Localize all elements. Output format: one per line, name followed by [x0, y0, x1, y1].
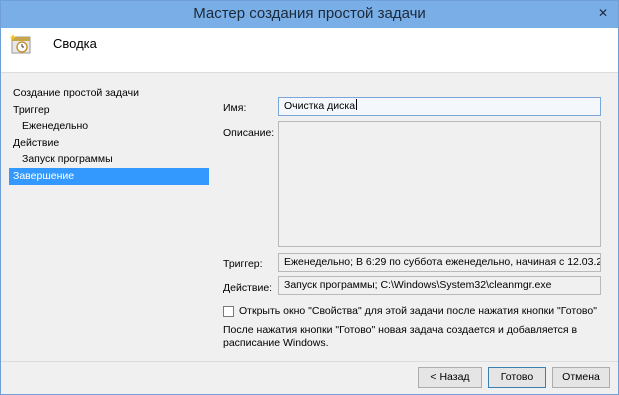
open-properties-label[interactable]: Открыть окно "Свойства" для этой задачи …: [239, 305, 597, 317]
trigger-field: Еженедельно; В 6:29 по суббота еженедель…: [278, 253, 601, 272]
cancel-button[interactable]: Отмена: [552, 367, 610, 388]
wizard-steps: Создание простой задачи Триггер Еженедельн…: [9, 85, 209, 185]
description-label: Описание:: [223, 127, 275, 139]
finish-note: После нажатия кнопки "Готово" новая зада…: [223, 324, 578, 349]
button-bar: < Назад Готово Отмена: [1, 361, 618, 394]
wizard-step-item: Еженедельно: [22, 120, 89, 133]
wizard-step-item: Завершение: [9, 167, 209, 185]
text-cursor: [356, 99, 358, 110]
task-scheduler-icon: [9, 34, 31, 54]
trigger-label: Триггер:: [223, 258, 263, 270]
open-properties-checkbox[interactable]: [223, 306, 234, 317]
window-title: Мастер создания простой задачи: [193, 5, 426, 22]
wizard-step-item: Действие: [13, 136, 60, 149]
close-icon[interactable]: ✕: [596, 6, 610, 20]
action-field: Запуск программы; C:\Windows\System32\cl…: [278, 276, 601, 295]
action-label: Действие:: [223, 282, 273, 294]
finish-button[interactable]: Готово: [488, 367, 546, 388]
wizard-window: Мастер создания простой задачи ✕ Сводка …: [0, 0, 619, 395]
wizard-step-item: Запуск программы: [22, 153, 113, 166]
name-label: Имя:: [223, 102, 247, 114]
name-value: Очистка диска: [284, 100, 356, 112]
wizard-header: Сводка: [1, 28, 618, 73]
name-input[interactable]: Очистка диска: [278, 97, 601, 116]
wizard-step-item: Создание простой задачи: [13, 87, 139, 99]
back-button[interactable]: < Назад: [418, 367, 482, 388]
page-title: Сводка: [53, 36, 97, 51]
wizard-step-item: Триггер: [13, 103, 50, 116]
title-bar[interactable]: Мастер создания простой задачи ✕: [1, 1, 618, 28]
description-textarea[interactable]: [278, 121, 601, 247]
